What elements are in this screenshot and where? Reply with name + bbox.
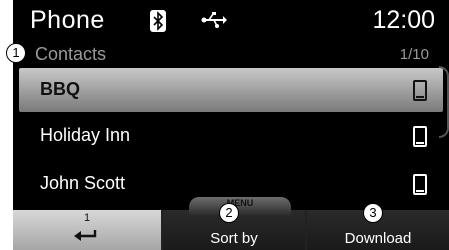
app-title: Phone (30, 6, 105, 34)
mobile-phone-icon (413, 80, 427, 101)
page-counter: 1/10 (399, 46, 429, 63)
clock: 12:00 (372, 6, 435, 34)
contact-name: BBQ (40, 79, 80, 99)
usb-icon (201, 12, 227, 33)
section-label: Contacts (35, 44, 107, 64)
list-header: Contacts 1/10 (13, 40, 449, 70)
callout-2: 2 (219, 203, 239, 223)
bluetooth-icon (150, 10, 166, 32)
back-button[interactable]: 1 (13, 210, 161, 250)
back-arrow-icon (73, 228, 99, 249)
mobile-phone-icon (413, 126, 427, 147)
contact-name: John Scott (40, 173, 126, 193)
back-key-number: 1 (83, 212, 91, 224)
contact-name: Holiday Inn (40, 125, 131, 145)
contact-row-holiday-inn[interactable]: Holiday Inn (19, 114, 443, 158)
download-label: Download (344, 230, 412, 247)
status-bar: Phone 12:00 (13, 0, 449, 40)
contact-row-bbq[interactable]: BBQ (19, 68, 443, 112)
mobile-phone-icon (413, 174, 427, 195)
sort-by-label: Sort by (210, 230, 258, 247)
scroll-indicator[interactable] (439, 66, 449, 138)
menu-tab[interactable]: MENU (189, 197, 291, 215)
callout-3: 3 (363, 203, 383, 223)
callout-1: 1 (6, 43, 26, 63)
